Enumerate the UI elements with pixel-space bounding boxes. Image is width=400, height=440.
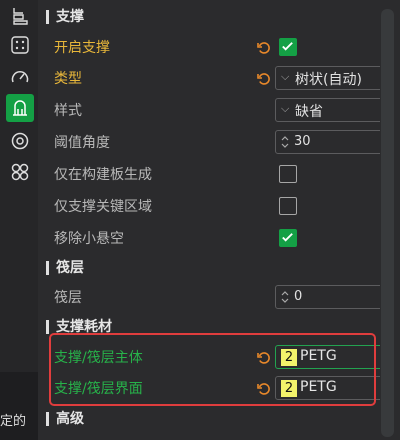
- support-icon[interactable]: [6, 94, 34, 122]
- chevron-down-icon: ⌵: [281, 102, 290, 115]
- setting-label: 筏层: [54, 290, 82, 306]
- annotation-highlight-box: [49, 333, 376, 406]
- setting-label: 仅在构建板生成: [54, 167, 152, 183]
- section-title: 高级: [56, 411, 84, 427]
- section-marker: [46, 10, 49, 24]
- setting-remove-small-overhangs: 移除小悬空: [38, 223, 380, 255]
- section-marker: [46, 320, 49, 334]
- section-marker: [46, 261, 49, 275]
- remove-small-overhangs-checkbox[interactable]: [279, 229, 297, 247]
- spinbox-value: 0: [294, 289, 303, 304]
- section-advanced-header[interactable]: 高级: [38, 404, 380, 436]
- setting-label: 移除小悬空: [54, 231, 124, 247]
- support-type-dropdown[interactable]: ⌵ 树状(自动): [275, 66, 385, 90]
- setting-enable-support: 开启支撑: [38, 32, 380, 64]
- reset-icon[interactable]: [256, 71, 272, 87]
- settings-target-icon[interactable]: [6, 127, 34, 155]
- setting-on-build-plate-only: 仅在构建板生成: [38, 159, 380, 191]
- spinbox-value: 30: [294, 134, 311, 149]
- setting-raft-layers: 筏层 0: [38, 282, 385, 314]
- section-raft-header[interactable]: 筏层: [38, 253, 380, 285]
- on-build-plate-only-checkbox[interactable]: [279, 165, 297, 183]
- bottom-left-area: 定的: [0, 372, 38, 440]
- section-marker: [46, 412, 49, 426]
- grid-dots-icon[interactable]: [6, 31, 34, 59]
- setting-label: 仅支撑关键区域: [54, 199, 152, 215]
- chevron-down-icon: ⌵: [281, 70, 290, 83]
- speed-gauge-icon[interactable]: [6, 63, 34, 91]
- scrollbar-thumb[interactable]: [381, 9, 394, 437]
- setting-support-style: 样式 ⌵ 缺省: [38, 95, 385, 127]
- section-title: 支撑: [56, 9, 84, 25]
- raft-layers-spinbox[interactable]: 0: [275, 285, 385, 309]
- layers-icon[interactable]: [6, 2, 34, 30]
- enable-support-checkbox[interactable]: [279, 38, 297, 56]
- dropdown-value: 缺省: [295, 104, 323, 120]
- setting-label: 阈值角度: [54, 135, 110, 151]
- setting-label: 样式: [54, 103, 82, 119]
- spin-arrows-icon[interactable]: [281, 135, 289, 149]
- section-support-header[interactable]: 支撑: [38, 2, 380, 34]
- dropdown-value: 树状(自动): [295, 72, 362, 88]
- section-title: 筏层: [56, 260, 84, 276]
- setting-critical-regions-only: 仅支撑关键区域: [38, 191, 380, 223]
- setting-threshold-angle: 阈值角度 30: [38, 127, 385, 159]
- spin-arrows-icon[interactable]: [281, 290, 289, 304]
- truncated-text: 定的: [0, 414, 27, 429]
- support-style-dropdown[interactable]: ⌵ 缺省: [275, 98, 385, 122]
- setting-label: 开启支撑: [54, 40, 110, 56]
- flower-icon[interactable]: [6, 158, 34, 186]
- setting-label: 类型: [54, 71, 82, 87]
- setting-support-type: 类型 ⌵ 树状(自动): [38, 63, 385, 95]
- reset-icon[interactable]: [256, 40, 272, 56]
- critical-regions-only-checkbox[interactable]: [279, 197, 297, 215]
- threshold-angle-spinbox[interactable]: 30: [275, 130, 385, 154]
- side-toolbar: [0, 0, 39, 372]
